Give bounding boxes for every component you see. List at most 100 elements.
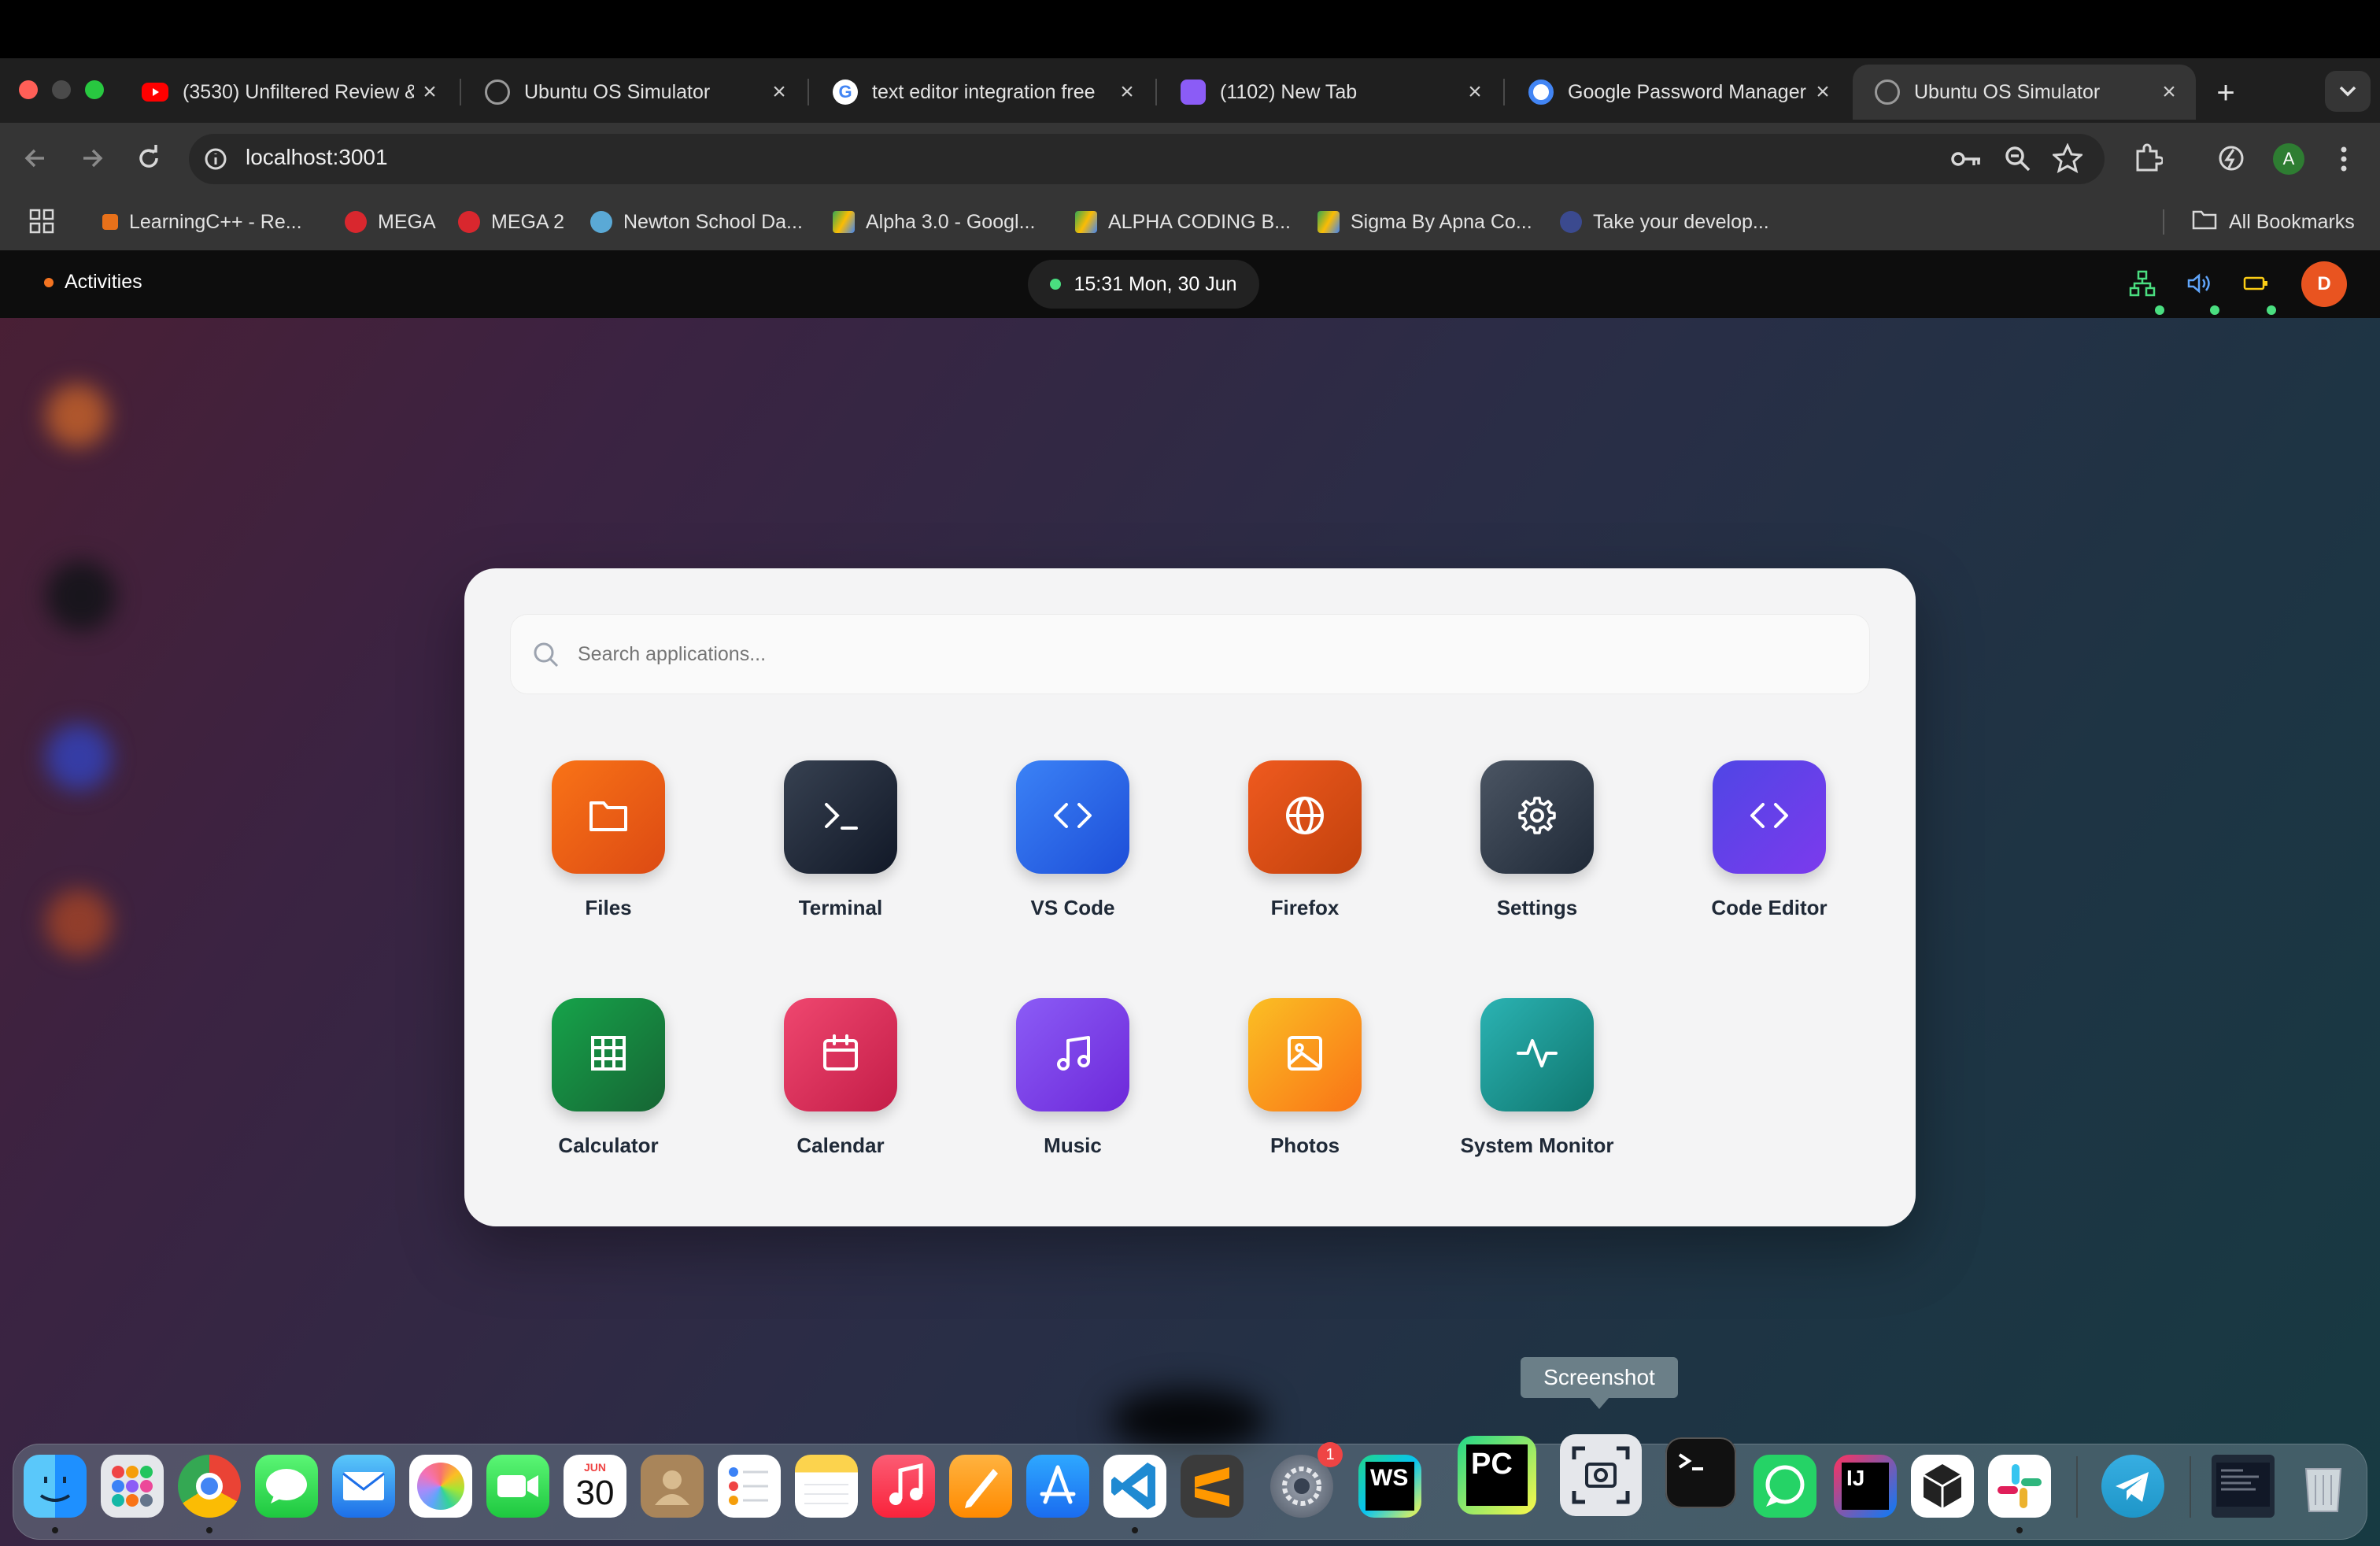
- app-calendar[interactable]: Calendar: [734, 998, 947, 1179]
- app-firefox[interactable]: Firefox: [1199, 760, 1411, 941]
- back-icon[interactable]: [17, 140, 54, 176]
- pycharm-icon[interactable]: PC: [1458, 1436, 1536, 1515]
- telegram-icon[interactable]: [2101, 1455, 2164, 1518]
- network-icon[interactable]: [2128, 269, 2156, 298]
- app-vs-code[interactable]: VS Code: [966, 760, 1179, 941]
- bookmark-mega-2[interactable]: MEGA 2: [458, 206, 564, 238]
- webstorm-icon[interactable]: WS: [1358, 1455, 1421, 1518]
- menu-kebab-icon[interactable]: [2334, 143, 2353, 175]
- extensions-icon[interactable]: [2133, 143, 2164, 173]
- bookmark-mega[interactable]: MEGA: [345, 206, 436, 238]
- bookmark-take-your-develop[interactable]: Take your develop...: [1560, 206, 1769, 238]
- close-tab-icon[interactable]: ×: [763, 79, 795, 105]
- globe-icon: [1281, 792, 1329, 843]
- apps-grid-icon[interactable]: [28, 208, 55, 235]
- app-calculator[interactable]: Calculator: [502, 998, 715, 1179]
- bookmark-learningcpp[interactable]: LearningC++ - Re...: [102, 206, 302, 238]
- clock-pill[interactable]: 15:31 Mon, 30 Jun: [1028, 260, 1259, 309]
- finder-icon[interactable]: [24, 1455, 87, 1518]
- messages-icon[interactable]: [255, 1455, 318, 1518]
- app-music[interactable]: Music: [966, 998, 1179, 1179]
- reminders-icon[interactable]: [718, 1455, 781, 1518]
- profile-avatar[interactable]: A: [2273, 143, 2304, 175]
- facetime-icon[interactable]: [486, 1455, 549, 1518]
- chrome-icon[interactable]: [178, 1455, 241, 1518]
- pages-icon[interactable]: [949, 1455, 1012, 1518]
- globe-icon: [1875, 80, 1900, 105]
- mega-icon: [345, 211, 367, 233]
- app-tile: [1016, 760, 1129, 874]
- performance-icon[interactable]: [2216, 143, 2246, 173]
- activities-button[interactable]: Activities: [44, 271, 142, 294]
- site-info-icon[interactable]: [203, 146, 228, 172]
- tab-search-button[interactable]: [2325, 71, 2371, 112]
- forward-icon[interactable]: [74, 140, 110, 176]
- close-tab-icon[interactable]: ×: [2153, 79, 2185, 105]
- all-bookmarks-button[interactable]: All Bookmarks: [2191, 206, 2355, 238]
- mail-icon[interactable]: [332, 1455, 395, 1518]
- calendar-day: 30: [575, 1474, 615, 1512]
- tab-password-manager[interactable]: Google Password Manager ×: [1506, 65, 1850, 120]
- maximize-window-button[interactable]: [85, 80, 104, 99]
- app-photos[interactable]: Photos: [1199, 998, 1411, 1179]
- tab-youtube[interactable]: (3530) Unfiltered Review & ×: [120, 65, 456, 120]
- google-drive-icon: [1075, 211, 1097, 233]
- dock-running-indicator: [52, 1527, 58, 1533]
- unity-icon[interactable]: [1911, 1455, 1974, 1518]
- new-tab-button[interactable]: +: [2204, 71, 2248, 115]
- close-tab-icon[interactable]: ×: [1807, 79, 1839, 105]
- contacts-icon[interactable]: [641, 1455, 704, 1518]
- intellij-icon[interactable]: IJ: [1834, 1455, 1897, 1518]
- trash-icon[interactable]: [2292, 1455, 2355, 1518]
- photos-icon[interactable]: [409, 1455, 472, 1518]
- notes-icon[interactable]: [795, 1455, 858, 1518]
- url-text[interactable]: localhost:3001: [246, 145, 388, 170]
- dock-separator: [2076, 1456, 2078, 1518]
- bookmark-label: MEGA 2: [491, 210, 565, 233]
- close-window-button[interactable]: [19, 80, 38, 99]
- volume-icon[interactable]: [2185, 269, 2213, 298]
- search-input[interactable]: [578, 630, 1837, 679]
- app-store-icon[interactable]: [1026, 1455, 1089, 1518]
- app-code-editor[interactable]: Code Editor: [1663, 760, 1876, 941]
- bookmark-label: Sigma By Apna Co...: [1351, 210, 1532, 233]
- launchpad-icon[interactable]: [101, 1455, 164, 1518]
- whatsapp-icon[interactable]: [1754, 1455, 1816, 1518]
- user-avatar[interactable]: D: [2301, 261, 2347, 307]
- bookmark-alpha-coding[interactable]: ALPHA CODING B...: [1075, 206, 1291, 238]
- tab-new-tab[interactable]: (1102) New Tab ×: [1159, 65, 1502, 120]
- bookmark-newton-school[interactable]: Newton School Da...: [590, 206, 803, 238]
- terminal-icon[interactable]: [1665, 1437, 1736, 1508]
- tooltip-text: Screenshot: [1543, 1365, 1655, 1389]
- sublime-icon[interactable]: [1181, 1455, 1244, 1518]
- reload-icon[interactable]: [131, 140, 167, 176]
- slack-icon[interactable]: [1988, 1455, 2051, 1518]
- address-bar[interactable]: [189, 134, 2105, 184]
- clock-text: 15:31 Mon, 30 Jun: [1074, 272, 1237, 295]
- calendar-icon[interactable]: JUN 30: [564, 1455, 626, 1518]
- app-terminal[interactable]: Terminal: [734, 760, 947, 941]
- app-system-monitor[interactable]: System Monitor: [1431, 998, 1643, 1179]
- app-files[interactable]: Files: [502, 760, 715, 941]
- tab-ubuntu-simulator-active[interactable]: Ubuntu OS Simulator ×: [1853, 65, 2196, 120]
- close-tab-icon[interactable]: ×: [1111, 79, 1143, 105]
- screenshot-icon[interactable]: [1560, 1434, 1642, 1516]
- password-key-icon[interactable]: [1950, 145, 1983, 173]
- zoom-icon[interactable]: [2004, 145, 2032, 173]
- music-icon[interactable]: [872, 1455, 935, 1518]
- minimize-window-button[interactable]: [52, 80, 71, 99]
- tab-google-search[interactable]: G text editor integration free ×: [811, 65, 1154, 120]
- bookmark-alpha-3[interactable]: Alpha 3.0 - Googl...: [833, 206, 1035, 238]
- battery-icon[interactable]: [2241, 269, 2270, 298]
- close-tab-icon[interactable]: ×: [1459, 79, 1491, 105]
- app-settings[interactable]: Settings: [1431, 760, 1643, 941]
- app-tile: [552, 760, 665, 874]
- close-tab-icon[interactable]: ×: [414, 79, 445, 105]
- music-icon: [1049, 1030, 1096, 1081]
- bookmark-sigma[interactable]: Sigma By Apna Co...: [1318, 206, 1532, 238]
- window-preview-icon[interactable]: [2212, 1455, 2275, 1518]
- tab-ubuntu-simulator[interactable]: Ubuntu OS Simulator ×: [463, 65, 806, 120]
- pycharm-label: PC: [1471, 1448, 1513, 1481]
- bookmark-star-icon[interactable]: [2051, 142, 2084, 173]
- vscode-icon[interactable]: [1103, 1455, 1166, 1518]
